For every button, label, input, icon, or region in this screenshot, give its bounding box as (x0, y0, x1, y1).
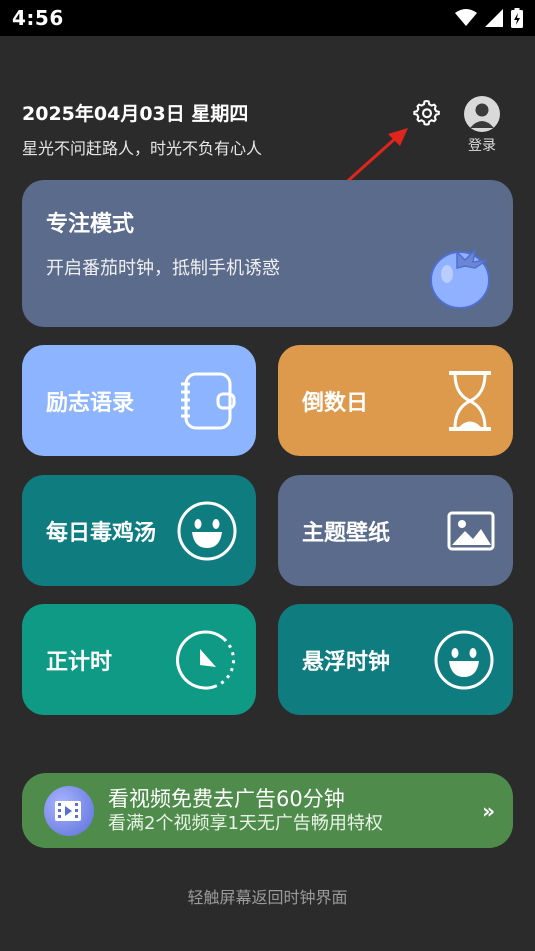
tile-floating-clock[interactable]: 悬浮时钟 (278, 604, 513, 715)
focus-mode-card[interactable]: 专注模式 开启番茄时钟，抵制手机诱惑 (22, 180, 513, 327)
motto-text: 星光不问赶路人，时光不负有心人 (22, 139, 263, 158)
smiley-icon (434, 630, 494, 689)
promo-texts: 看视频免费去广告60分钟 看满2个视频享1天无广告畅用特权 (108, 786, 482, 836)
notebook-icon (181, 372, 236, 429)
promo-title: 看视频免费去广告60分钟 (108, 786, 345, 811)
tile-count-up-timer[interactable]: 正计时 (22, 604, 256, 715)
tile-title: 倒数日 (302, 390, 369, 416)
return-to-clock-hint[interactable]: 轻触屏幕返回时钟界面 (0, 884, 535, 908)
settings-button[interactable] (412, 98, 442, 128)
tile-title: 正计时 (46, 649, 113, 675)
status-icons (455, 8, 523, 28)
gear-icon (413, 99, 440, 126)
tile-daily-soup[interactable]: 每日毒鸡汤 (22, 475, 256, 586)
tile-title: 悬浮时钟 (302, 649, 391, 675)
login-label: 登录 (468, 138, 496, 154)
hourglass-icon (449, 370, 491, 431)
tile-title: 主题壁纸 (302, 520, 391, 546)
user-icon (470, 103, 494, 128)
focus-subtitle: 开启番茄时钟，抵制手机诱惑 (46, 258, 280, 279)
image-icon (447, 511, 495, 550)
battery-charging-icon (511, 8, 523, 28)
login-button[interactable]: 登录 (460, 96, 504, 155)
tile-title: 励志语录 (46, 390, 135, 416)
date-display: 2025年04月03日 星期四 (22, 103, 249, 125)
smiley-icon (177, 501, 237, 560)
status-time: 4:56 (12, 6, 64, 30)
avatar (464, 96, 500, 132)
stopwatch-icon (176, 630, 235, 689)
promo-subtitle: 看满2个视频享1天无广告畅用特权 (108, 812, 383, 834)
focus-title: 专注模式 (46, 212, 135, 237)
status-bar: 4:56 (0, 0, 535, 36)
wifi-icon (455, 9, 477, 26)
ad-free-promo-banner[interactable]: 看视频免费去广告60分钟 看满2个视频享1天无广告畅用特权 » (22, 773, 513, 848)
video-icon (44, 785, 94, 836)
chevron-right-double-icon: » (482, 798, 495, 823)
tomato-icon (430, 247, 490, 309)
tile-countdown-days[interactable]: 倒数日 (278, 345, 513, 456)
tile-title: 每日毒鸡汤 (46, 520, 157, 546)
tile-theme-wallpaper[interactable]: 主题壁纸 (278, 475, 513, 586)
signal-icon (485, 9, 503, 27)
tile-motivational-quotes[interactable]: 励志语录 (22, 345, 256, 456)
